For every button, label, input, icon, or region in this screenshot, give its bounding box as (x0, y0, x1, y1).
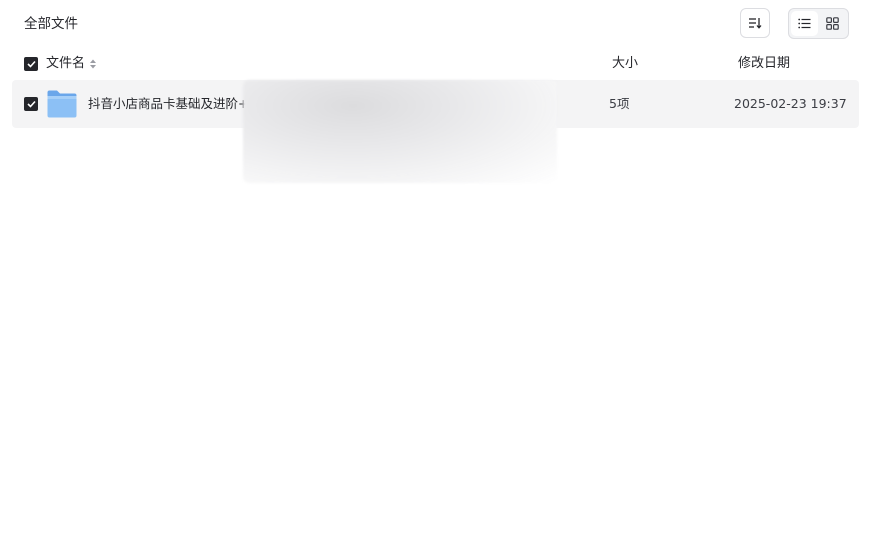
list-view-icon (798, 18, 811, 29)
row-modified-date: 2025-02-23 19:37 (734, 96, 847, 111)
breadcrumb-all-files[interactable]: 全部文件 (24, 15, 78, 33)
column-header-name[interactable]: 文件名 (46, 55, 85, 73)
grid-view-button[interactable] (819, 11, 846, 36)
row-size: 5项 (609, 96, 630, 111)
view-mode-toggle (788, 8, 849, 39)
select-all-checkbox[interactable] (24, 57, 38, 71)
redaction-overlay (243, 80, 557, 183)
row-file-name[interactable]: 抖音小店商品卡基础及进阶+: (88, 96, 253, 112)
sort-descending-icon (749, 18, 762, 29)
list-view-button[interactable] (791, 11, 818, 36)
column-header-size[interactable]: 大小 (612, 55, 638, 73)
folder-icon (47, 90, 77, 118)
file-manager-page: 全部文件 文件名 大小 修改日期 抖音小店商品卡基础及进阶+: 5项 2025-… (0, 0, 874, 538)
sort-button[interactable] (740, 8, 770, 38)
row-checkbox[interactable] (24, 97, 38, 111)
grid-view-icon (826, 17, 839, 30)
sort-caret-icon[interactable] (89, 58, 97, 70)
check-icon (26, 60, 36, 68)
check-icon (26, 100, 36, 108)
column-header-modified[interactable]: 修改日期 (738, 55, 790, 73)
